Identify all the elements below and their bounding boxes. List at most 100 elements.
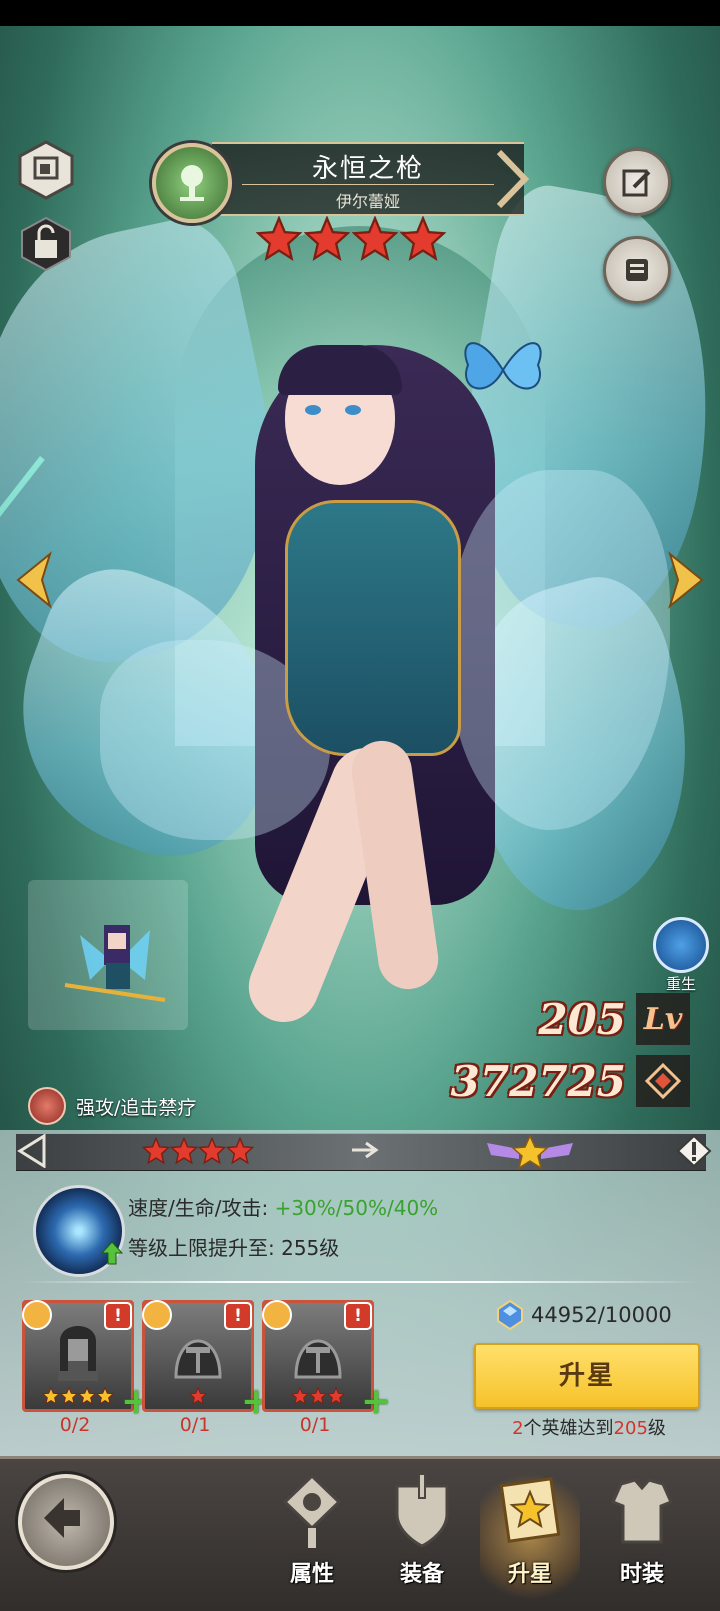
rebirth-icon [653,917,709,973]
lock-button[interactable] [18,214,74,274]
hero-sprite [64,925,166,1002]
hero-eye [305,405,321,415]
material-slot[interactable]: ! + [22,1300,151,1420]
skill-label: 强攻/追击禁疗 [76,1096,197,1119]
profile-button[interactable] [603,236,671,304]
power-value: 372725 [450,1056,626,1106]
condition-count: 2 [512,1418,524,1439]
star-icon [142,1137,170,1165]
arrow-right-icon [352,1141,379,1159]
stat-bonus-label: 速度/生命/攻击: [128,1196,269,1220]
level-cap-label: 等级上限提升至: [128,1236,275,1260]
star-icon [256,216,302,262]
helmet-icon [294,1339,342,1379]
power-display: 372725 [451,1055,690,1107]
tab-label: 升星 [507,1562,552,1587]
gallery-button[interactable] [18,140,74,200]
power-icon [636,1055,690,1107]
stat-bonus: 速度/生命/攻击: +30%/50%/40% [128,1192,438,1221]
material-slot[interactable]: ! + [262,1300,391,1420]
next-hero-arrow[interactable] [664,550,708,610]
back-button[interactable] [18,1474,114,1570]
progress-start-icon [17,1134,46,1168]
info-icon[interactable] [676,1134,712,1168]
hero-skill-tag: 强攻/追击禁疗 [28,1087,196,1125]
upgrade-condition: 2个英雄达到205级 [478,1414,700,1440]
hero-stars [256,216,446,262]
current-stars [142,1137,254,1165]
tab-label: 装备 [399,1562,444,1587]
scroll-icon [626,259,648,281]
alert-icon: ! [104,1302,132,1330]
condition-text: 个英雄达到 [523,1418,614,1439]
hero-eye [345,405,361,415]
material-stars [25,1387,131,1405]
hero-dress [285,500,461,756]
hero-name: 伊尔蕾娅 [335,192,400,211]
star-icon [198,1137,226,1165]
star-icon [352,216,398,262]
material-count: 0/1 [299,1414,331,1436]
panel-divider [18,1281,702,1283]
star-upgrade-icon [499,1477,561,1543]
gem-icon [497,1300,523,1330]
tab-equipment[interactable]: 装备 [372,1462,472,1598]
star-icon [226,1137,254,1165]
alert-icon: ! [224,1302,252,1330]
level-cap-bonus: 等级上限提升至: 255级 [128,1232,339,1261]
star-icon [309,1387,327,1405]
tab-star-upgrade[interactable]: 升星 [480,1462,580,1598]
hero-portrait-icon [58,1326,98,1381]
lock-icon [21,216,71,272]
level-cap-value: 255级 [281,1236,340,1260]
edit-icon [622,169,651,197]
next-rank-badge-icon [487,1135,573,1169]
material-count: 0/1 [179,1414,211,1436]
star-icon [189,1387,207,1405]
star-icon [42,1387,60,1405]
material-count: 0/2 [59,1414,91,1436]
arrow-up-icon [101,1241,123,1265]
stat-bonus-value: +30%/50%/40% [274,1196,439,1220]
hero-bangs [278,345,402,395]
material-stars [265,1387,371,1405]
rebirth-button[interactable]: 重生 [651,917,711,993]
tab-attributes[interactable]: 属性 [262,1462,362,1598]
level-tag: Lv [636,993,690,1045]
gallery-icon [18,140,74,200]
rebirth-label: 重生 [665,975,696,993]
attributes-icon [282,1473,342,1548]
status-bar [0,0,720,26]
helmet-icon [174,1339,222,1379]
butterfly-icon [464,342,542,390]
star-icon [96,1387,114,1405]
skill-icon [28,1087,66,1125]
currency-display: 44952/10000 [497,1300,672,1330]
upgrade-star-button[interactable]: 升星 [474,1343,700,1409]
nameplate-divider [242,184,494,185]
condition-level: 205 [613,1418,648,1439]
star-icon [170,1137,198,1165]
condition-suffix: 级 [647,1418,666,1439]
star-icon [400,216,446,262]
chevron-right-icon [496,149,530,209]
star-icon [78,1387,96,1405]
tab-costume[interactable]: 时装 [592,1462,692,1598]
star-icon [291,1387,309,1405]
edit-button[interactable] [603,148,671,216]
shield-icon [395,1473,449,1548]
tree-icon [180,165,204,201]
back-arrow-icon [44,1498,80,1538]
alert-icon: ! [344,1302,372,1330]
star-icon [304,216,350,262]
hero-nameplate: 永恒之枪 伊尔蕾娅 [212,142,524,216]
star-icon [327,1387,345,1405]
level-display: 205 Lv [538,993,690,1045]
previous-hero-arrow[interactable] [12,550,56,610]
tab-label: 时装 [619,1562,664,1587]
armor-icon [610,1478,674,1544]
star-icon [60,1387,78,1405]
hero-title: 永恒之枪 [311,154,424,184]
material-slot[interactable]: ! + [142,1300,271,1420]
tab-label: 属性 [289,1562,334,1587]
